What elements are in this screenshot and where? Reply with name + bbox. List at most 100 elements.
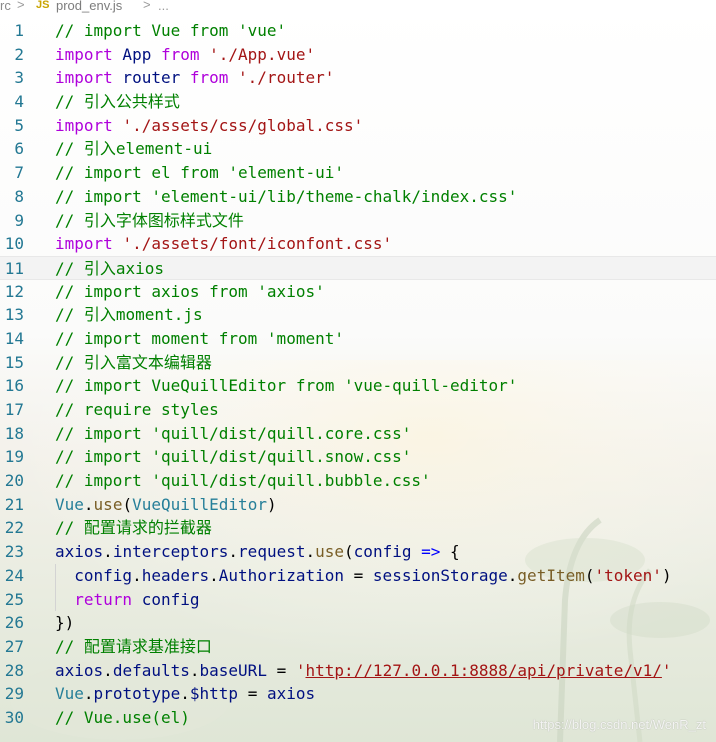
- code-token: Vue: [55, 684, 84, 704]
- code-text: import './assets/css/global.css': [55, 114, 363, 138]
- code-line[interactable]: 6 // 引入element-ui: [0, 137, 716, 161]
- line-number: 4: [14, 92, 24, 112]
- code-line[interactable]: 13 // 引入moment.js: [0, 303, 716, 327]
- code-token: Authorization: [218, 565, 345, 585]
- code-token: VueQuillEditor: [132, 494, 267, 514]
- code-line[interactable]: 16 // import VueQuillEditor from 'vue-qui…: [0, 374, 716, 398]
- code-line[interactable]: 28 axios.defaults.baseURL = 'http://127.0…: [0, 659, 716, 683]
- code-line[interactable]: 12 // import axios from 'axios': [0, 280, 716, 304]
- code-text: import './assets/font/iconfont.css': [55, 232, 392, 256]
- line-number: 24: [4, 565, 24, 585]
- code-line[interactable]: 29 Vue.prototype.$http = axios: [0, 682, 716, 706]
- code-token: // require styles: [55, 400, 219, 419]
- code-token: headers: [141, 565, 210, 585]
- code-token: $http: [189, 684, 239, 704]
- code-token: // import moment from 'moment': [55, 328, 344, 348]
- code-token: // import 'quill/dist/quill.core.css': [55, 423, 412, 443]
- code-line[interactable]: 10 import './assets/font/iconfont.css': [0, 232, 716, 256]
- code-line[interactable]: 4 // 引入公共样式: [0, 90, 716, 114]
- code-text: // 引入axios: [55, 257, 164, 281]
- breadcrumb-symbols[interactable]: ...: [158, 0, 169, 13]
- code-line[interactable]: 21 Vue.use(VueQuillEditor): [0, 493, 716, 517]
- code-token: .: [83, 684, 94, 704]
- code-text: Vue.prototype.$http = axios: [55, 682, 315, 706]
- code-token: // import axios from 'axios': [55, 281, 325, 301]
- code-line[interactable]: 17 // require styles: [0, 398, 716, 422]
- code-line[interactable]: 26}): [0, 611, 716, 635]
- code-token: .: [189, 660, 200, 680]
- code-line[interactable]: 9 // 引入字体图标样式文件: [0, 209, 716, 233]
- code-editor[interactable]: 1 // import Vue from 'vue' 2 import App fro…: [0, 19, 716, 730]
- code-text: Vue.use(VueQuillEditor): [55, 493, 277, 517]
- code-text: import App from './App.vue': [55, 43, 315, 67]
- code-text: // 引入富文本编辑器: [55, 351, 212, 375]
- code-line[interactable]: 7 // import el from 'element-ui': [0, 161, 716, 185]
- breadcrumb-folder[interactable]: rc: [0, 0, 11, 13]
- code-line[interactable]: 8 // import 'element-ui/lib/theme-chalk/i…: [0, 185, 716, 209]
- line-number: 26: [4, 613, 24, 633]
- code-token: prototype: [93, 684, 181, 704]
- code-token: import: [55, 68, 113, 88]
- code-token: (: [344, 542, 354, 562]
- code-token: }): [55, 613, 75, 633]
- code-line[interactable]: 27 // 配置请求基准接口: [0, 635, 716, 659]
- code-token: ': [295, 660, 306, 680]
- code-token: './App.vue': [209, 44, 316, 64]
- code-line[interactable]: 20 // import 'quill/dist/quill.bubble.css…: [0, 469, 716, 493]
- code-token: ): [661, 565, 672, 585]
- code-line[interactable]: 22 // 配置请求的拦截器: [0, 516, 716, 540]
- code-line[interactable]: 1 // import Vue from 'vue': [0, 19, 716, 43]
- code-token: =: [344, 565, 373, 585]
- code-line[interactable]: 14 // import moment from 'moment': [0, 327, 716, 351]
- code-token: // 引入axios: [55, 258, 165, 278]
- code-token[interactable]: http://127.0.0.1:8888/api/private/v1/: [306, 661, 662, 680]
- code-text: // import el from 'element-ui': [55, 161, 344, 185]
- code-token: App: [112, 44, 161, 64]
- code-token: baseURL: [199, 660, 267, 680]
- code-token: .: [507, 565, 518, 585]
- code-token: axios: [55, 542, 104, 562]
- code-line[interactable]: 23 axios.interceptors.request.use(config …: [0, 540, 716, 564]
- code-text: // 引入字体图标样式文件: [55, 209, 244, 233]
- line-number: 20: [4, 471, 24, 491]
- code-line[interactable]: 18 // import 'quill/dist/quill.core.css': [0, 422, 716, 446]
- code-line[interactable]: 11 // 引入axios: [0, 255, 716, 281]
- code-line[interactable]: 19 // import 'quill/dist/quill.snow.css': [0, 445, 716, 469]
- code-text: config.headers.Authorization = sessionSt…: [55, 564, 672, 588]
- code-line[interactable]: 3 import router from './router': [0, 66, 716, 90]
- code-token: import: [55, 44, 113, 64]
- javascript-file-icon: JS: [36, 0, 50, 11]
- code-token: './router': [238, 68, 335, 88]
- code-token: // import Vue from 'vue': [55, 21, 287, 40]
- code-text: // import VueQuillEditor from 'vue-quill…: [55, 374, 517, 398]
- line-number: 19: [4, 447, 24, 467]
- code-token: .: [209, 565, 219, 585]
- line-number: 3: [14, 68, 24, 88]
- code-line[interactable]: 24 config.headers.Authorization = sessio…: [0, 563, 716, 588]
- line-number: 1: [14, 21, 24, 40]
- code-text: // 配置请求基准接口: [55, 635, 212, 659]
- code-token: // 配置请求基准接口: [55, 636, 212, 656]
- line-number: 10: [4, 234, 24, 254]
- code-line[interactable]: 25 return config: [0, 587, 716, 612]
- code-line[interactable]: 15 // 引入富文本编辑器: [0, 351, 716, 375]
- breadcrumb-file[interactable]: prod_env.js: [56, 0, 122, 13]
- code-text: axios.defaults.baseURL = 'http://127.0.0…: [55, 659, 672, 683]
- code-token: return: [55, 589, 133, 609]
- code-token: .: [305, 542, 316, 562]
- code-token: .: [103, 542, 113, 562]
- code-text: // import 'quill/dist/quill.snow.css': [55, 445, 411, 469]
- code-token: .: [83, 494, 94, 514]
- code-line[interactable]: 2 import App from './App.vue': [0, 43, 716, 67]
- code-token: // 配置请求的拦截器: [55, 518, 212, 538]
- line-number: 8: [14, 186, 24, 206]
- code-token: './assets/css/global.css': [122, 115, 364, 135]
- code-token: import: [55, 115, 113, 135]
- line-number: 21: [4, 494, 24, 514]
- code-token: // 引入公共样式: [55, 92, 180, 112]
- code-token: use: [93, 494, 123, 514]
- code-token: {: [440, 542, 460, 562]
- code-line[interactable]: 5 import './assets/css/global.css': [0, 114, 716, 138]
